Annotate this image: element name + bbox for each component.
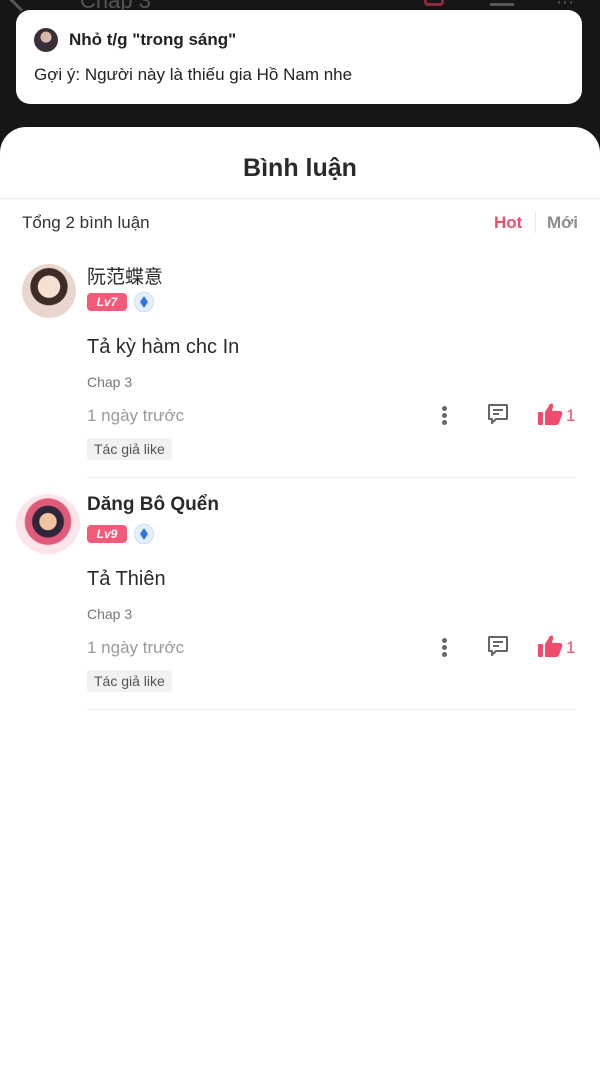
like-count: 1	[566, 406, 576, 425]
comment-chapter: Chap 3	[87, 606, 133, 622]
thumbs-up-icon[interactable]	[537, 634, 563, 658]
comment-text: Tả Thiên	[87, 568, 166, 590]
toast-body: Gợi ý: Người này là thiếu gia Hồ Nam nhe	[34, 65, 353, 84]
sort-new-tab[interactable]: Mới	[547, 213, 578, 233]
comment-total: Tổng 2 bình luận	[22, 213, 150, 232]
list-icon[interactable]	[490, 0, 514, 6]
toast-title: Nhỏ t/g "trong sáng"	[69, 30, 237, 49]
comment-time: 1 ngày trước	[87, 638, 185, 657]
notification-toast[interactable]: Nhỏ t/g "trong sáng" Gợi ý: Người này là…	[16, 10, 582, 104]
comment-username[interactable]: Dăng Bô Quển	[87, 494, 219, 516]
comment-item: 阮范蝶意 Lv7 Tả kỳ hàm chc In Chap 3 1 ngày …	[0, 256, 600, 488]
more-vertical-icon[interactable]	[440, 404, 448, 428]
level-badge: Lv9	[87, 525, 127, 543]
sort-separator	[535, 211, 536, 233]
sheet-title: Bình luận	[243, 154, 357, 182]
comment-chapter: Chap 3	[87, 374, 133, 390]
author-like-badge: Tác giả like	[87, 670, 172, 692]
like-count: 1	[566, 638, 576, 657]
comment-username[interactable]: 阮范蝶意	[87, 262, 163, 289]
more-vertical-icon[interactable]	[440, 636, 448, 660]
toast-avatar	[34, 28, 58, 52]
level-badge: Lv7	[87, 293, 127, 311]
comment-item: Dăng Bô Quển Lv9 Tả Thiên Chap 3 1 ngày …	[0, 488, 600, 720]
gift-icon[interactable]	[424, 0, 444, 6]
reply-icon[interactable]	[486, 402, 510, 426]
author-like-badge: Tác giả like	[87, 438, 172, 460]
diamond-icon	[134, 524, 154, 544]
thumbs-up-icon[interactable]	[537, 402, 563, 426]
avatar[interactable]	[22, 264, 76, 318]
reader-page: Chap 3 ⋯ Nhỏ t/g "trong sáng" Gợi ý: Ngư…	[0, 0, 600, 1067]
divider	[87, 477, 576, 478]
divider	[0, 198, 600, 199]
sort-hot-tab[interactable]: Hot	[494, 213, 522, 233]
comments-sheet: Bình luận Tổng 2 bình luận Hot Mới 阮范蝶意 …	[0, 127, 600, 1067]
comment-time: 1 ngày trước	[87, 406, 185, 425]
reply-icon[interactable]	[486, 634, 510, 658]
divider	[87, 709, 576, 710]
comment-text: Tả kỳ hàm chc In	[87, 336, 240, 358]
avatar[interactable]	[16, 494, 80, 554]
diamond-icon	[134, 292, 154, 312]
